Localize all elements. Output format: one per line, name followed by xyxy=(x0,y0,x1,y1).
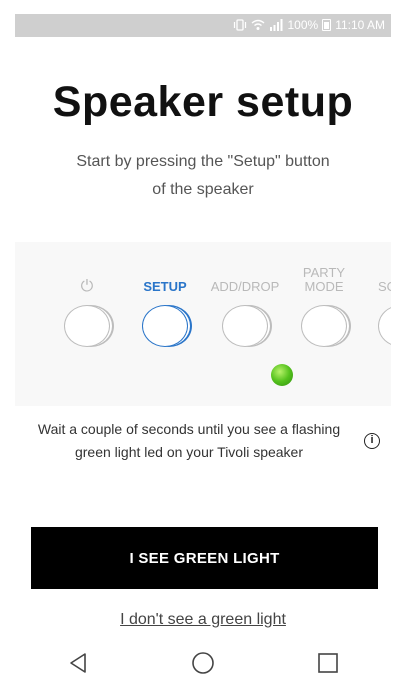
i-see-green-light-button[interactable]: I SEE GREEN LIGHT xyxy=(31,527,378,589)
page-subtitle: Start by pressing the "Setup" button of … xyxy=(76,153,330,198)
signal-icon xyxy=(269,19,283,31)
instruction-text: Wait a couple of seconds until you see a… xyxy=(37,421,341,460)
home-icon[interactable] xyxy=(188,649,218,677)
phone-screen: 100% 11:10 AM Speaker setup Start by pre… xyxy=(15,14,391,677)
wifi-icon xyxy=(251,19,265,31)
speaker-button-label: SETUP xyxy=(143,279,187,294)
power-icon: ⏻ xyxy=(80,278,94,295)
no-green-light-link-wrapper: I don't see a green light xyxy=(15,611,391,629)
no-green-light-link[interactable]: I don't see a green light xyxy=(120,611,286,628)
navigation-bar xyxy=(15,648,391,677)
speaker-button-power-circle xyxy=(64,305,110,347)
speaker-button-setup: SETUP xyxy=(130,258,200,347)
vibrate-icon xyxy=(233,19,247,31)
speaker-button-setup-circle xyxy=(142,305,188,347)
speaker-button-party-mode: PARTY MODE xyxy=(289,258,359,347)
green-led-indicator xyxy=(271,364,293,386)
page-title: Speaker setup xyxy=(52,78,354,126)
battery-icon xyxy=(322,19,332,31)
info-icon[interactable]: i xyxy=(364,433,380,449)
back-icon[interactable] xyxy=(63,649,93,677)
speaker-button-label: SO xyxy=(378,279,391,294)
battery-percent: 100% xyxy=(287,18,319,32)
speaker-button-party-mode-circle xyxy=(301,305,347,347)
recents-icon[interactable] xyxy=(313,649,343,677)
status-bar: 100% 11:10 AM xyxy=(15,14,391,37)
speaker-button-power: ⏻ xyxy=(52,258,122,347)
status-time: 11:10 AM xyxy=(335,18,385,32)
speaker-button-source-circle xyxy=(378,305,391,347)
speaker-button-label: ADD/DROP xyxy=(210,279,280,294)
speaker-button-add-drop-circle xyxy=(222,305,268,347)
speaker-button-source: SO xyxy=(368,258,391,347)
speaker-button-add-drop: ADD/DROP xyxy=(210,258,280,347)
speaker-button-label: PARTY MODE xyxy=(302,265,346,294)
